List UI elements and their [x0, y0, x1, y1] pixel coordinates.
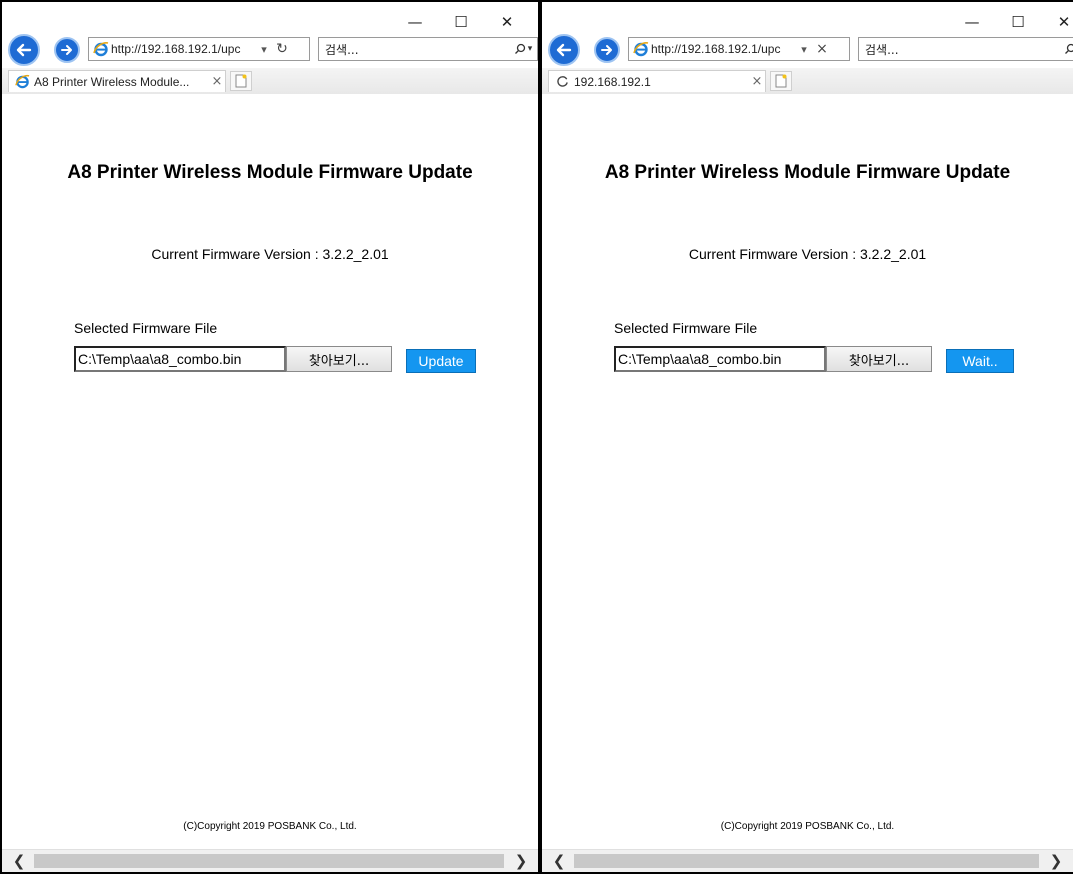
chevron-right-icon[interactable]: ❯	[1043, 850, 1069, 872]
scrollbar-thumb[interactable]	[574, 854, 1039, 868]
internet-explorer-icon	[13, 73, 31, 91]
minimize-icon[interactable]: —	[949, 8, 995, 36]
forward-arrow-icon[interactable]	[54, 37, 80, 63]
firmware-version: Current Firmware Version : 3.2.2_2.01	[151, 246, 389, 262]
close-icon[interactable]: ×	[209, 74, 225, 89]
chevron-right-icon[interactable]: ❯	[508, 850, 534, 872]
address-bar[interactable]: http://192.168.192.1/upc ▾ ×	[628, 37, 850, 61]
search-box[interactable]: 검색... ▾	[318, 37, 538, 61]
page-content: A8 Printer Wireless Module Firmware Upda…	[542, 94, 1073, 854]
tab-title: A8 Printer Wireless Module...	[34, 74, 190, 89]
search-icon[interactable]: ▾	[509, 43, 537, 55]
stop-icon[interactable]: ×	[811, 41, 833, 57]
copyright-text: (C)Copyright 2019 POSBANK Co., Ltd.	[183, 821, 357, 832]
window-controls: — ☐ ✕	[949, 8, 1073, 36]
update-button[interactable]: Update	[406, 349, 476, 373]
refresh-icon[interactable]: ↻	[271, 41, 293, 57]
close-icon[interactable]: ×	[749, 74, 765, 89]
search-icon[interactable]: ▾	[1059, 43, 1073, 55]
maximize-icon[interactable]: ☐	[995, 8, 1041, 36]
chevron-left-icon[interactable]: ❮	[546, 850, 572, 872]
close-icon[interactable]: ✕	[484, 8, 530, 36]
tab-active[interactable]: 192.168.192.1 ×	[548, 70, 766, 92]
page-title: A8 Printer Wireless Module Firmware Upda…	[67, 162, 473, 183]
close-icon[interactable]: ✕	[1041, 8, 1073, 36]
new-tab-icon[interactable]	[770, 71, 792, 91]
window-controls: — ☐ ✕	[392, 8, 530, 36]
navigation-bar: http://192.168.192.1/upc ▾ ↻ 검색... ▾	[8, 34, 538, 66]
internet-explorer-icon	[91, 39, 111, 59]
search-input[interactable]: 검색...	[319, 41, 509, 58]
new-tab-icon[interactable]	[230, 71, 252, 91]
browse-button[interactable]: 찾아보기...	[286, 346, 392, 372]
tab-title: 192.168.192.1	[574, 74, 651, 89]
search-input[interactable]: 검색...	[859, 41, 1059, 58]
browse-button[interactable]: 찾아보기...	[826, 346, 932, 372]
file-path-field[interactable]: C:\Temp\aa\a8_combo.bin	[614, 346, 826, 372]
tab-bar: A8 Printer Wireless Module... ×	[2, 68, 538, 94]
tab-bar: 192.168.192.1 ×	[542, 68, 1073, 94]
browser-window-right: — ☐ ✕ http://192.168.192.1/upc ▾ × 검색...…	[540, 0, 1073, 874]
chevron-down-icon[interactable]: ▾	[257, 43, 271, 56]
maximize-icon[interactable]: ☐	[438, 8, 484, 36]
back-arrow-icon[interactable]	[548, 34, 580, 66]
chevron-left-icon[interactable]: ❮	[6, 850, 32, 872]
minimize-icon[interactable]: —	[392, 8, 438, 36]
tab-active[interactable]: A8 Printer Wireless Module... ×	[8, 70, 226, 92]
search-box[interactable]: 검색... ▾	[858, 37, 1073, 61]
selected-file-label: Selected Firmware File	[614, 320, 758, 336]
browser-window-left: — ☐ ✕ http://192.168.192.1/upc ▾ ↻ 검색...…	[0, 0, 540, 874]
address-url: http://192.168.192.1/upc	[651, 42, 781, 56]
horizontal-scrollbar[interactable]: ❮ ❯	[542, 849, 1073, 872]
wait-button[interactable]: Wait..	[946, 349, 1014, 373]
chevron-down-icon[interactable]: ▾	[797, 43, 811, 56]
file-input[interactable]: C:\Temp\aa\a8_combo.bin 찾아보기...	[74, 346, 394, 372]
forward-arrow-icon[interactable]	[594, 37, 620, 63]
firmware-version: Current Firmware Version : 3.2.2_2.01	[688, 246, 927, 262]
file-input[interactable]: C:\Temp\aa\a8_combo.bin 찾아보기...	[614, 346, 934, 372]
copyright-text: (C)Copyright 2019 POSBANK Co., Ltd.	[720, 821, 895, 832]
selected-file-label: Selected Firmware File	[74, 320, 218, 336]
address-url: http://192.168.192.1/upc	[111, 42, 241, 56]
file-path-field[interactable]: C:\Temp\aa\a8_combo.bin	[74, 346, 286, 372]
page-title: A8 Printer Wireless Module Firmware Upda…	[604, 162, 1011, 183]
page-content: A8 Printer Wireless Module Firmware Upda…	[2, 94, 538, 854]
navigation-bar: http://192.168.192.1/upc ▾ × 검색... ▾	[548, 34, 1073, 66]
address-bar[interactable]: http://192.168.192.1/upc ▾ ↻	[88, 37, 310, 61]
scrollbar-thumb[interactable]	[34, 854, 504, 868]
loading-icon	[553, 73, 571, 91]
back-arrow-icon[interactable]	[8, 34, 40, 66]
internet-explorer-icon	[631, 39, 651, 59]
horizontal-scrollbar[interactable]: ❮ ❯	[2, 849, 538, 872]
